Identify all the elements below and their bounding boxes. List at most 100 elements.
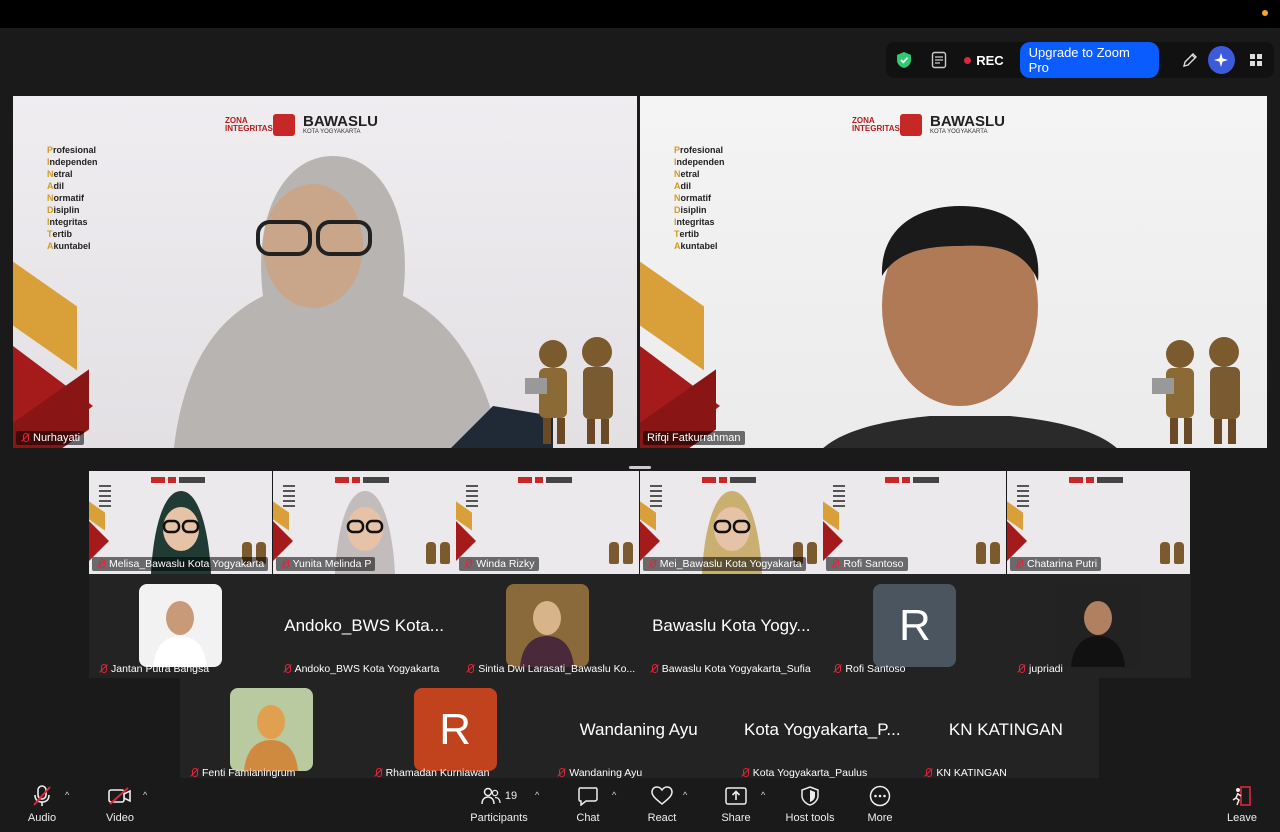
- mascot-figure: [1174, 542, 1184, 564]
- react-label: React: [647, 812, 677, 824]
- muted-mic-icon: [463, 559, 473, 569]
- share-label: Share: [721, 812, 751, 824]
- participant-tile[interactable]: R Rhamadan Kurniawan: [364, 678, 547, 782]
- letter-avatar: R: [413, 688, 497, 771]
- video-options-caret-icon[interactable]: ^: [143, 790, 147, 800]
- react-button[interactable]: React: [642, 784, 682, 824]
- chat-caret-icon[interactable]: ^: [612, 790, 616, 800]
- participants-button[interactable]: 19 Participants: [466, 784, 532, 824]
- acronym-word: ntegritas: [49, 217, 88, 227]
- participant-tile[interactable]: Wandaning Ayu Wandaning Ayu: [547, 678, 730, 782]
- ai-companion-icon[interactable]: [1207, 46, 1235, 74]
- mascot-figure: [609, 542, 620, 564]
- acronym-line: Adil: [47, 180, 98, 192]
- annotate-pen-icon[interactable]: [1177, 46, 1204, 74]
- background-decor: [1007, 521, 1027, 561]
- acronym-line: Netral: [674, 168, 725, 180]
- acronym-word: ormatif: [680, 193, 712, 203]
- recording-indicator[interactable]: REC: [964, 53, 1004, 68]
- participant-video-thumb[interactable]: Winda Rizky: [456, 471, 640, 574]
- participant-name-tag: jupriadi: [1012, 662, 1067, 676]
- participants-count: 19: [504, 790, 518, 802]
- leave-button[interactable]: Leave: [1222, 784, 1262, 824]
- background-logo: [518, 476, 578, 484]
- chat-label: Chat: [576, 812, 600, 824]
- muted-mic-icon: [649, 664, 659, 674]
- participant-name: Yunita Melinda P: [292, 558, 372, 570]
- chat-button[interactable]: Chat: [570, 784, 606, 824]
- leave-door-icon: [1232, 786, 1251, 806]
- acronym-list: [282, 485, 295, 510]
- mascot-figures: [1152, 337, 1240, 444]
- acronym-line: Integritas: [674, 216, 725, 228]
- audio-options-caret-icon[interactable]: ^: [65, 790, 69, 800]
- muted-mic-icon: [740, 768, 750, 778]
- share-screen-icon: [725, 787, 747, 805]
- acronym-word: isiplin: [53, 205, 80, 215]
- muted-mic-icon: [373, 768, 383, 778]
- speaker-video-2[interactable]: ZONA INTEGRITAS BAWASLU KOTA YOGYAKARTA …: [640, 96, 1267, 448]
- participant-tile[interactable]: jupriadi: [1007, 574, 1190, 678]
- audio-button[interactable]: Audio: [22, 784, 62, 824]
- background-logo: ZONA INTEGRITAS BAWASLU KOTA YOGYAKARTA: [225, 114, 378, 136]
- view-grid-icon[interactable]: [1243, 46, 1270, 74]
- participant-display-name: Bawaslu Kota Yogy...: [652, 616, 811, 635]
- acronym-list: Profesional Independen Netral Adil Normatif D…: [674, 144, 725, 252]
- avatar: [230, 688, 313, 771]
- background-decor: [456, 521, 477, 561]
- notes-icon[interactable]: [925, 46, 952, 74]
- more-label: More: [867, 812, 893, 824]
- participant-tile[interactable]: Bawaslu Kota Yogy... Bawaslu Kota Yogyaka…: [640, 574, 823, 678]
- react-caret-icon[interactable]: ^: [683, 790, 687, 800]
- participant-tile[interactable]: KN KATINGAN KN KATINGAN: [914, 678, 1097, 782]
- participant-video-thumb[interactable]: Mei_Bawaslu Kota Yogyakarta: [639, 471, 823, 574]
- muted-microphone-icon: [33, 785, 51, 806]
- host-shield-icon: [801, 786, 819, 806]
- upgrade-button[interactable]: Upgrade to Zoom Pro: [1019, 42, 1159, 78]
- participant-tile[interactable]: R Rofi Santoso: [823, 574, 1006, 678]
- participant-video-thumb[interactable]: Melisa_Bawaslu Kota Yogyakarta: [89, 471, 272, 574]
- muted-mic-icon: [923, 768, 933, 778]
- background-logo: [1069, 476, 1129, 484]
- acronym-word: ntegritas: [676, 217, 715, 227]
- participant-tile[interactable]: Fenti Famianingrum: [180, 678, 363, 782]
- participant-name: Rifqi Fatkurrahman: [647, 432, 741, 444]
- resize-handle[interactable]: [629, 466, 651, 469]
- participant-video-thumb[interactable]: Rofi Santoso: [823, 471, 1007, 574]
- video-button[interactable]: Video: [100, 784, 140, 824]
- acronym-line: Adil: [674, 180, 725, 192]
- acronym-word: kuntabel: [680, 241, 718, 251]
- participant-name: Nurhayati: [33, 432, 81, 444]
- more-button[interactable]: More: [862, 784, 898, 824]
- background-decor: [89, 521, 109, 561]
- mascot-figure: [1160, 542, 1170, 564]
- acronym-word: ormatif: [53, 193, 85, 203]
- participant-tile[interactable]: Sintia Dwi Larasati_Bawaslu Ko...: [456, 574, 639, 678]
- video-strip: Melisa_Bawaslu Kota Yogyakarta Yunita Mel…: [89, 471, 1191, 574]
- avatar-photo: [230, 688, 313, 771]
- participant-tile[interactable]: Jantan Putra Bangsa: [89, 574, 272, 678]
- participant-tile[interactable]: Kota Yogyakarta_P... Kota Yogyakarta_Paul…: [731, 678, 914, 782]
- participant-name-tag: Rofi Santoso: [828, 662, 909, 676]
- participant-video-thumb[interactable]: Yunita Melinda P: [272, 471, 456, 574]
- acronym-word: kuntabel: [53, 241, 91, 251]
- muted-mic-icon: [98, 664, 108, 674]
- host-tools-button[interactable]: Host tools: [782, 784, 838, 824]
- security-shield-icon[interactable]: [890, 46, 917, 74]
- participant-tile[interactable]: Andoko_BWS Kota... Andoko_BWS Kota Yogyak…: [273, 574, 456, 678]
- participant-name-tag: Jantan Putra Bangsa: [94, 662, 213, 676]
- acronym-list: Profesional Independen Netral Adil Normatif D…: [47, 144, 98, 252]
- share-button[interactable]: Share: [718, 784, 754, 824]
- acronym-word: dil: [53, 181, 65, 191]
- muted-mic-icon: [647, 559, 657, 569]
- muted-mic-icon: [282, 664, 292, 674]
- background-decor: [823, 521, 844, 561]
- participant-name-tag: Bawaslu Kota Yogyakarta_Sufia: [645, 662, 815, 676]
- participant-video-thumb[interactable]: Chatarina Putri: [1007, 471, 1190, 574]
- video-label: Video: [106, 812, 134, 824]
- acronym-word: isiplin: [680, 205, 707, 215]
- participants-caret-icon[interactable]: ^: [535, 790, 539, 800]
- muted-mic-icon: [465, 664, 475, 674]
- share-caret-icon[interactable]: ^: [761, 790, 765, 800]
- speaker-video-1[interactable]: ZONA INTEGRITAS BAWASLU KOTA YOGYAKARTA …: [13, 96, 637, 448]
